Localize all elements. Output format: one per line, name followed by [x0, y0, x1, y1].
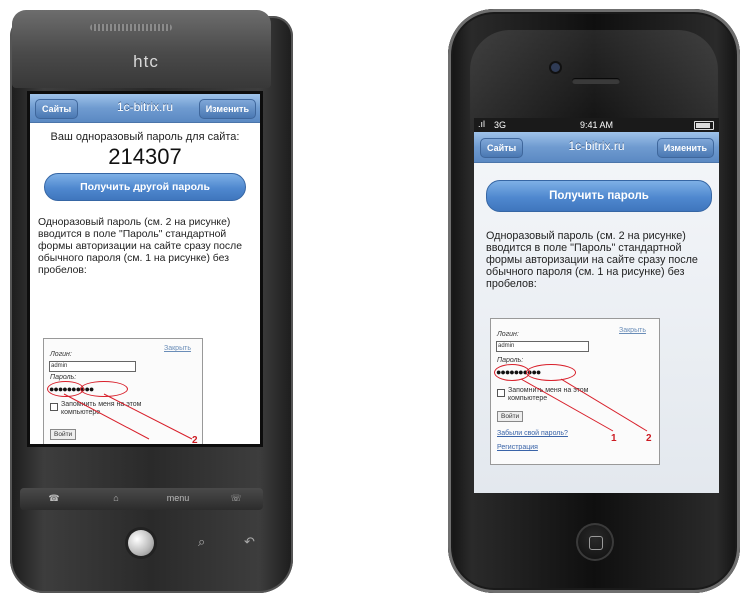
otp-label: Ваш одноразовый пароль для сайта:	[50, 131, 240, 143]
marker-lines	[520, 378, 648, 432]
login-form-illustration: Логин: Закрыть admin Пароль: ●●●●●●●●●● …	[490, 318, 660, 465]
call-icon[interactable]: ☎	[34, 491, 74, 506]
iphone-screen: .ıl 3G 9:41 AM Сайты 1c-bitrix.ru Измени…	[474, 118, 719, 493]
home-square-icon	[589, 536, 603, 550]
status-bar: .ıl 3G 9:41 AM	[474, 118, 719, 132]
battery-icon	[694, 121, 714, 130]
front-camera-icon	[551, 63, 560, 72]
edit-button[interactable]: Изменить	[198, 99, 256, 119]
htc-logo: htc	[133, 52, 159, 71]
htc-top-bezel	[12, 10, 271, 88]
htc-screen: Сайты 1c-bitrix.ru Изменить Ваш одноразо…	[27, 91, 263, 447]
home-icon[interactable]: ⌂	[96, 491, 136, 506]
search-icon[interactable]: ⌕	[198, 534, 205, 550]
menu-key[interactable]: menu	[158, 491, 198, 506]
marker-lines	[63, 393, 193, 440]
edit-button[interactable]: Изменить	[656, 138, 714, 158]
otp-value: 214307	[108, 144, 182, 169]
hardware-keys-bar: ☎ ⌂ menu ☏	[20, 488, 263, 510]
navigation-bar: Сайты 1c-bitrix.ru Изменить	[474, 132, 719, 163]
htc-content: Ваш одноразовый пароль для сайта: 214307…	[30, 123, 260, 283]
instructions-text: Одноразовый пароль (см. 2 на рисунке) вв…	[486, 230, 698, 290]
earpiece-speaker	[572, 78, 620, 84]
end-call-icon[interactable]: ☏	[216, 491, 256, 506]
status-time: 9:41 AM	[579, 120, 614, 130]
navigation-bar: Сайты 1c-bitrix.ru Изменить	[30, 94, 260, 123]
iphone-content: Получить пароль Одноразовый пароль (см. …	[474, 180, 719, 290]
login-form-illustration: Логин: Закрыть admin Пароль: ●●●●●●●●●● …	[43, 338, 203, 444]
back-icon[interactable]: ↶	[244, 534, 255, 550]
speaker-grille	[90, 24, 172, 31]
get-another-password-button[interactable]: Получить другой пароль	[44, 173, 246, 201]
get-password-button[interactable]: Получить пароль	[486, 180, 712, 212]
instructions-text: Одноразовый пароль (см. 2 на рисунке) вв…	[38, 217, 242, 276]
trackball[interactable]	[128, 530, 154, 556]
